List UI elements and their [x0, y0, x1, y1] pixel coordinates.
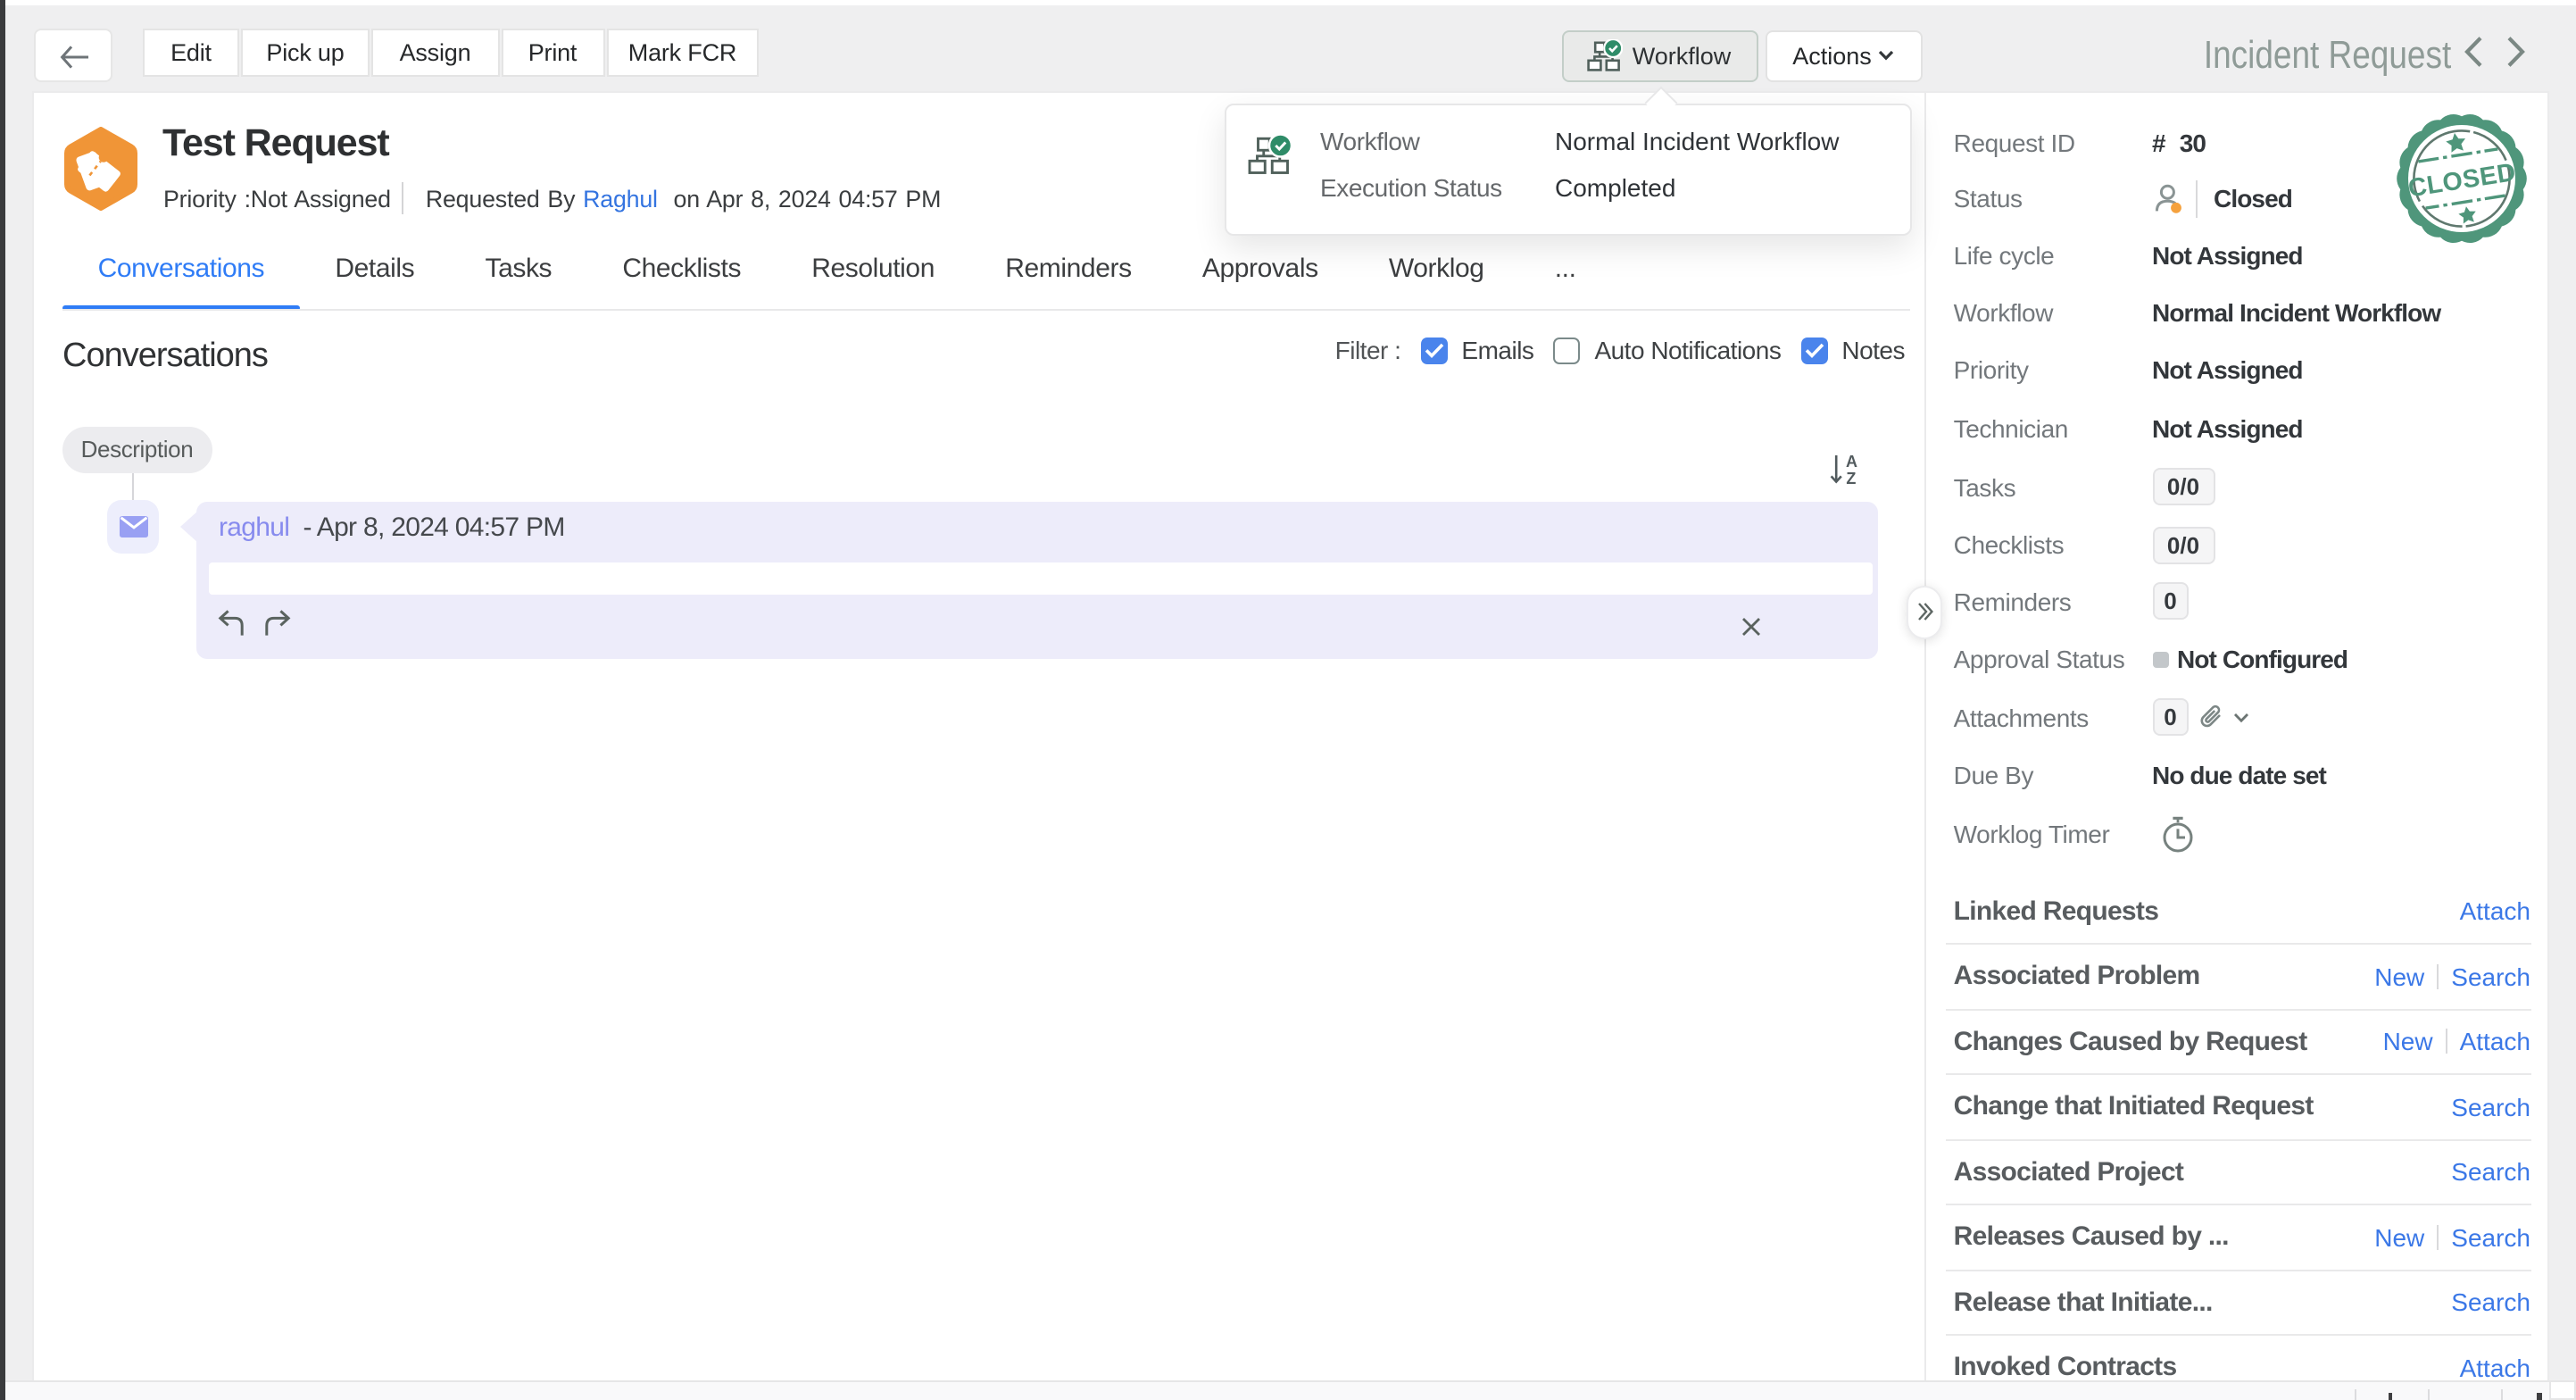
svg-text:Z: Z [1846, 470, 1856, 486]
svg-text:A: A [1846, 454, 1857, 471]
